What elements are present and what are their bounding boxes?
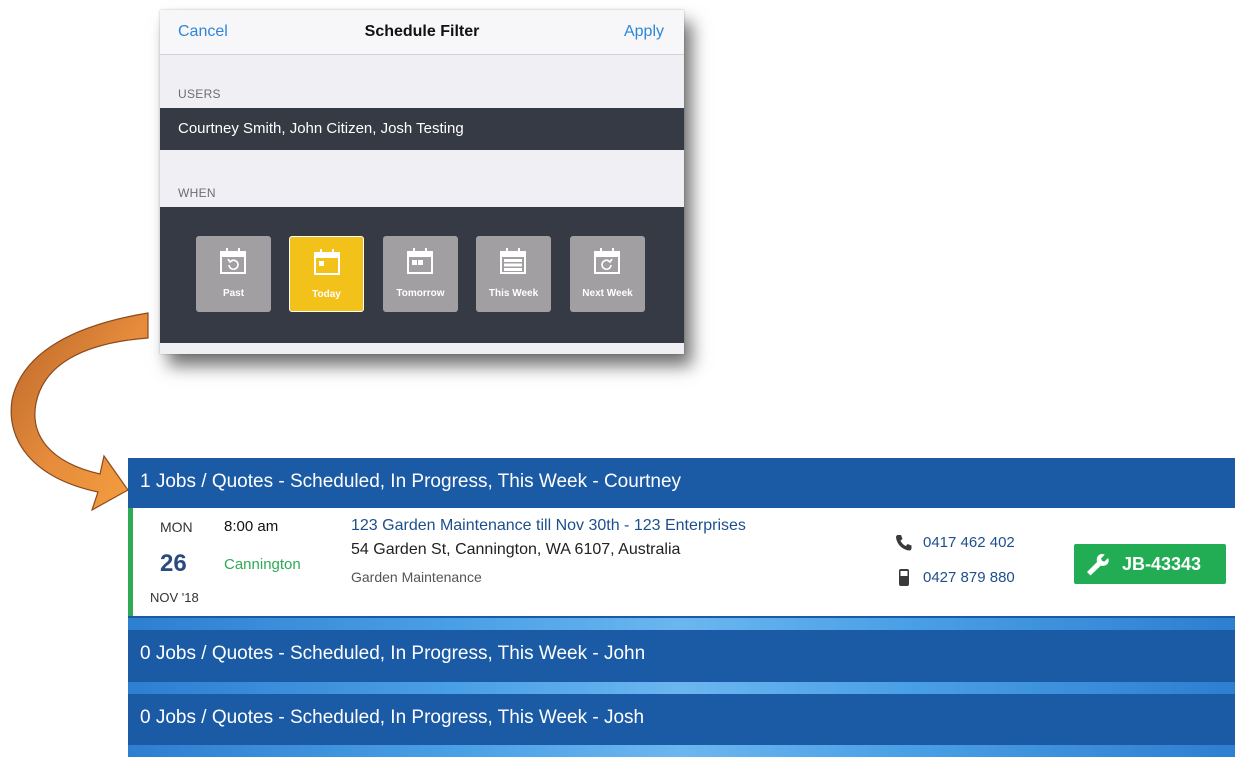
job-row[interactable]: MON 8:00 am 26 Cannington NOV '18 123 Ga… (128, 508, 1235, 616)
when-options: Past Today Tomorrow This Week Next Week (160, 207, 684, 343)
job-number-button[interactable]: JB-43343 (1074, 544, 1226, 584)
when-option-past[interactable]: Past (196, 236, 271, 312)
group-header-courtney[interactable]: 1 Jobs / Quotes - Scheduled, In Progress… (128, 458, 1235, 506)
calendar-past-icon (220, 248, 246, 274)
separator-stripe (128, 682, 1235, 694)
calendar-today-icon (314, 249, 340, 275)
users-value: Courtney Smith, John Citizen, Josh Testi… (178, 120, 464, 137)
mobile-phone-icon (899, 569, 909, 586)
separator-stripe (128, 618, 1235, 630)
when-option-label: This Week (488, 288, 539, 299)
wrench-icon (1087, 554, 1109, 576)
when-option-this-week[interactable]: This Week (476, 236, 551, 312)
users-selector[interactable]: Courtney Smith, John Citizen, Josh Testi… (160, 108, 684, 150)
when-section-label: WHEN (178, 186, 216, 200)
job-address: 54 Garden St, Cannington, WA 6107, Austr… (351, 541, 681, 558)
group-header-text: 0 Jobs / Quotes - Scheduled, In Progress… (140, 707, 645, 728)
group-header-text: 1 Jobs / Quotes - Scheduled, In Progress… (140, 471, 682, 492)
job-day: 26 (160, 550, 187, 577)
when-option-today[interactable]: Today (289, 236, 364, 312)
job-day-of-week: MON (160, 519, 193, 535)
job-category: Garden Maintenance (351, 569, 482, 585)
apply-button[interactable]: Apply (624, 23, 664, 41)
job-month-year: NOV '18 (150, 590, 199, 605)
group-header-josh[interactable]: 0 Jobs / Quotes - Scheduled, In Progress… (128, 694, 1235, 742)
filter-title: Schedule Filter (364, 23, 480, 40)
calendar-tomorrow-icon (407, 248, 433, 274)
job-title-link[interactable]: 123 Garden Maintenance till Nov 30th - 1… (351, 517, 746, 535)
when-option-label: Tomorrow (396, 288, 445, 299)
when-option-tomorrow[interactable]: Tomorrow (383, 236, 458, 312)
when-option-next-week[interactable]: Next Week (570, 236, 645, 312)
group-header-text: 0 Jobs / Quotes - Scheduled, In Progress… (140, 643, 646, 664)
calendar-week-icon (500, 248, 526, 274)
calendar-next-week-icon (594, 248, 620, 274)
status-accent-bar (128, 508, 133, 616)
users-section-label: USERS (178, 87, 221, 101)
phone-number: 0417 462 402 (923, 534, 1015, 551)
schedule-list: 1 Jobs / Quotes - Scheduled, In Progress… (128, 458, 1235, 757)
job-suburb: Cannington (224, 556, 301, 573)
job-number: JB-43343 (1122, 554, 1202, 574)
filter-nav-bar: Cancel Schedule Filter Apply (160, 10, 684, 55)
when-option-label: Next Week (582, 288, 633, 299)
job-time: 8:00 am (224, 518, 279, 535)
when-option-label: Past (222, 288, 245, 299)
separator-stripe (128, 745, 1235, 757)
mobile-number: 0427 879 880 (923, 569, 1015, 586)
phone-icon (896, 535, 912, 551)
group-header-john[interactable]: 0 Jobs / Quotes - Scheduled, In Progress… (128, 630, 1235, 678)
schedule-filter-panel: Cancel Schedule Filter Apply USERS Court… (160, 10, 684, 354)
when-option-label: Today (312, 289, 341, 300)
